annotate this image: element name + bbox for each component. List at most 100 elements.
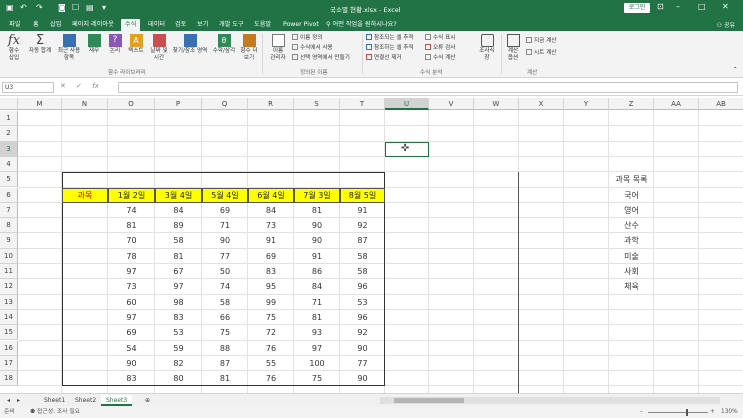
column-header-n[interactable]: N: [62, 98, 108, 110]
row-header-16[interactable]: 16: [0, 340, 18, 356]
table-cell[interactable]: 70: [108, 233, 155, 248]
table-header-date[interactable]: 7월 3일: [294, 187, 340, 203]
table-cell[interactable]: 82: [155, 356, 202, 371]
row-header-10[interactable]: 10: [0, 248, 18, 264]
remove-arrows-button[interactable]: 연결선 제거: [366, 54, 402, 62]
table-cell[interactable]: 58: [340, 264, 385, 279]
tab-insert[interactable]: 삽입: [50, 19, 61, 31]
row-header-6[interactable]: 6: [0, 187, 18, 203]
table-cell[interactable]: 55: [248, 356, 294, 371]
table-cell[interactable]: 87: [340, 233, 385, 248]
row-header-12[interactable]: 12: [0, 279, 18, 295]
subject-list-item[interactable]: 산수: [603, 218, 660, 233]
more-functions-button[interactable]: 함수 더 보기: [238, 34, 260, 62]
tab-data[interactable]: 데이터: [148, 19, 165, 31]
table-cell[interactable]: 96: [340, 310, 385, 325]
calculate-sheet-button[interactable]: 시트 계산: [526, 49, 556, 57]
table-cell[interactable]: 77: [340, 356, 385, 371]
tab-home[interactable]: 홈: [33, 19, 39, 31]
table-cell[interactable]: 83: [155, 310, 202, 325]
worksheet-grid[interactable]: M N O P Q R S T U V W X Y Z AA AB 1 2 3 4 5 6 7 8 9 10 11 12 13 14 15…: [0, 98, 743, 393]
row-header-3[interactable]: 3: [0, 141, 18, 157]
scroll-thumb[interactable]: [394, 398, 464, 403]
table-header-date[interactable]: 6월 4일: [248, 187, 294, 203]
table-cell[interactable]: 91: [248, 233, 294, 248]
table-cell[interactable]: 71: [202, 218, 248, 233]
table-cell[interactable]: 69: [248, 249, 294, 264]
row-header-17[interactable]: 17: [0, 355, 18, 372]
undo-icon[interactable]: ↶: [20, 3, 27, 12]
table-cell[interactable]: 81: [108, 218, 155, 233]
define-name-button[interactable]: 이름 정의: [292, 34, 322, 42]
row-header-15[interactable]: 15: [0, 325, 18, 341]
table-cell[interactable]: 89: [155, 218, 202, 233]
table-cell[interactable]: 100: [294, 356, 340, 371]
column-header-p[interactable]: P: [155, 98, 202, 110]
table-cell[interactable]: 86: [294, 264, 340, 279]
zoom-slider-thumb[interactable]: [686, 409, 688, 416]
table-cell[interactable]: 90: [294, 218, 340, 233]
table-cell[interactable]: 50: [202, 264, 248, 279]
date-time-button[interactable]: 날짜 및 시간: [148, 34, 170, 62]
trace-dependents-button[interactable]: 참조하는 셀 추적: [366, 44, 414, 52]
table-cell[interactable]: 83: [108, 371, 155, 386]
zoom-in-icon[interactable]: +: [710, 407, 715, 418]
table-cell[interactable]: 59: [155, 341, 202, 356]
table-cell[interactable]: 90: [340, 371, 385, 386]
text-button[interactable]: A 텍스트: [125, 34, 147, 55]
table-cell[interactable]: 96: [340, 279, 385, 294]
subject-list-item[interactable]: 과학: [603, 233, 660, 248]
table-cell[interactable]: 93: [294, 325, 340, 340]
table-cell[interactable]: 58: [155, 233, 202, 248]
table-cell[interactable]: 80: [155, 371, 202, 386]
sheet-tab-sheet1[interactable]: Sheet1: [39, 395, 70, 406]
table-cell[interactable]: 53: [155, 325, 202, 340]
table-cell[interactable]: 69: [202, 203, 248, 218]
table-cell[interactable]: 75: [248, 310, 294, 325]
table-cell[interactable]: 71: [294, 295, 340, 310]
minimize-icon[interactable]: –: [676, 2, 680, 11]
table-cell[interactable]: 72: [248, 325, 294, 340]
tab-page-layout[interactable]: 페이지 레이아웃: [72, 19, 114, 31]
table-cell[interactable]: 60: [108, 295, 155, 310]
column-header-m[interactable]: M: [18, 98, 62, 110]
lookup-reference-button[interactable]: 찾기/참조 영역: [170, 34, 210, 55]
math-trig-button[interactable]: θ 수학/삼각: [211, 34, 237, 55]
evaluate-formula-button[interactable]: 수식 계산: [425, 54, 455, 62]
column-header-y[interactable]: Y: [564, 98, 609, 110]
table-header-date[interactable]: 5월 4일: [202, 187, 248, 203]
table-cell[interactable]: 76: [248, 341, 294, 356]
table-cell[interactable]: 91: [294, 249, 340, 264]
financial-button[interactable]: 재무: [84, 34, 104, 55]
table-cell[interactable]: 84: [155, 203, 202, 218]
ribbon-display-icon[interactable]: ⊡: [657, 2, 664, 11]
calculation-options-button[interactable]: 계산 옵션: [504, 34, 522, 62]
table-cell[interactable]: 92: [340, 325, 385, 340]
table-cell[interactable]: 75: [202, 325, 248, 340]
row-header-5[interactable]: 5: [0, 172, 18, 188]
subject-list-item[interactable]: 체육: [603, 279, 660, 294]
column-header-x[interactable]: X: [519, 98, 564, 110]
table-cell[interactable]: 81: [294, 310, 340, 325]
table-cell[interactable]: 90: [108, 356, 155, 371]
table-cell[interactable]: 95: [248, 279, 294, 294]
table-cell[interactable]: 84: [248, 203, 294, 218]
column-header-v[interactable]: V: [429, 98, 474, 110]
tab-developer[interactable]: 개발 도구: [219, 19, 244, 31]
maximize-icon[interactable]: □: [698, 2, 706, 11]
table-cell[interactable]: 97: [294, 341, 340, 356]
recently-used-button[interactable]: 최근 사용 항목: [56, 34, 82, 62]
cancel-icon[interactable]: ✕: [60, 82, 66, 90]
accessibility-status[interactable]: ⚉ 접근성: 조사 필요: [30, 407, 80, 418]
row-header-7[interactable]: 7: [0, 202, 18, 219]
subject-list-item[interactable]: 영어: [603, 203, 660, 218]
use-in-formula-button[interactable]: 수식에서 사용: [292, 44, 333, 52]
table-cell[interactable]: 83: [248, 264, 294, 279]
close-icon[interactable]: ✕: [722, 2, 729, 11]
print-preview-icon[interactable]: ▤: [86, 3, 94, 12]
table-cell[interactable]: 90: [340, 341, 385, 356]
column-header-s[interactable]: S: [294, 98, 340, 110]
table-cell[interactable]: 54: [108, 341, 155, 356]
table-cell[interactable]: 78: [108, 249, 155, 264]
column-header-w[interactable]: W: [474, 98, 519, 110]
